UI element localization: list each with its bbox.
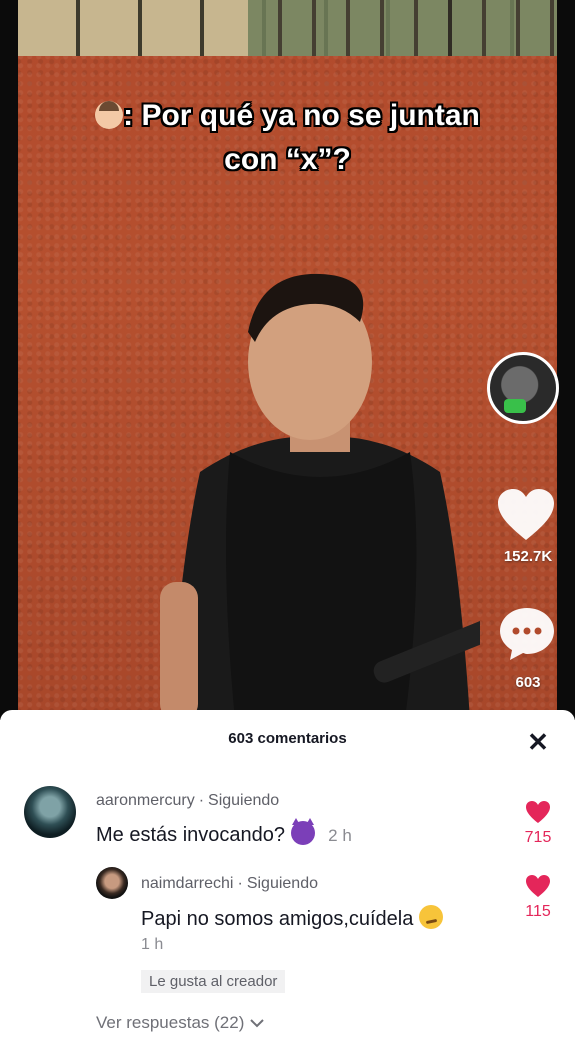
- caption-line1: : Por qué ya no se juntan: [123, 99, 480, 132]
- video-caption: : Por qué ya no se juntan con “x”?: [60, 94, 515, 182]
- comment-time: 2 h: [328, 826, 352, 845]
- man-face-emoji-icon: [95, 101, 124, 129]
- reply-time: 1 h: [141, 936, 164, 953]
- reply-username-row: naimdarrechi · Siguiendo: [141, 875, 318, 892]
- creator-avatar[interactable]: [487, 352, 559, 424]
- video-right-border: [557, 0, 575, 720]
- background-window: [18, 0, 558, 56]
- comment-text: Me estás invocando?: [96, 824, 286, 846]
- video-player[interactable]: : Por qué ya no se juntan con “x”? 152.7…: [0, 0, 575, 720]
- reply-username[interactable]: naimdarrechi: [141, 875, 233, 892]
- view-replies-link[interactable]: Ver respuestas (22): [96, 1013, 265, 1033]
- smirk-emoji-icon: [418, 905, 443, 929]
- reply-like-count: 115: [525, 903, 551, 920]
- comment-like-count: 715: [524, 829, 552, 846]
- chevron-down-icon: [250, 1019, 264, 1028]
- avatar[interactable]: [96, 867, 128, 899]
- comment-count: 603: [515, 674, 541, 691]
- reply-text-row: Papi no somos amigos,cuídela: [141, 905, 443, 931]
- reply-text: Papi no somos amigos,cuídela: [141, 908, 414, 930]
- view-replies-label: Ver respuestas (22): [96, 1013, 245, 1032]
- close-icon[interactable]: ✕: [524, 728, 552, 756]
- comment-like-heart-icon[interactable]: [525, 800, 551, 824]
- creator-liked-badge: Le gusta al creador: [141, 970, 286, 993]
- video-person: [160, 273, 480, 720]
- comment-relation: Siguiendo: [208, 792, 280, 809]
- devil-emoji-icon: [290, 818, 315, 845]
- heart-icon[interactable]: [496, 488, 556, 542]
- reply-relation: Siguiendo: [246, 875, 318, 892]
- reply-like-heart-icon[interactable]: [525, 874, 551, 898]
- avatar[interactable]: [24, 786, 76, 838]
- caption-line2: con “x”?: [224, 143, 351, 176]
- comment-username[interactable]: aaronmercury: [96, 792, 195, 809]
- comment-text-row: Me estás invocando? 2 h: [96, 818, 352, 847]
- comment-username-row: aaronmercury · Siguiendo: [96, 792, 280, 809]
- like-count: 152.7K: [503, 548, 553, 565]
- video-left-border: [0, 0, 18, 720]
- comment-bubble-icon[interactable]: [498, 606, 556, 662]
- comments-title: 603 comentarios: [228, 730, 347, 747]
